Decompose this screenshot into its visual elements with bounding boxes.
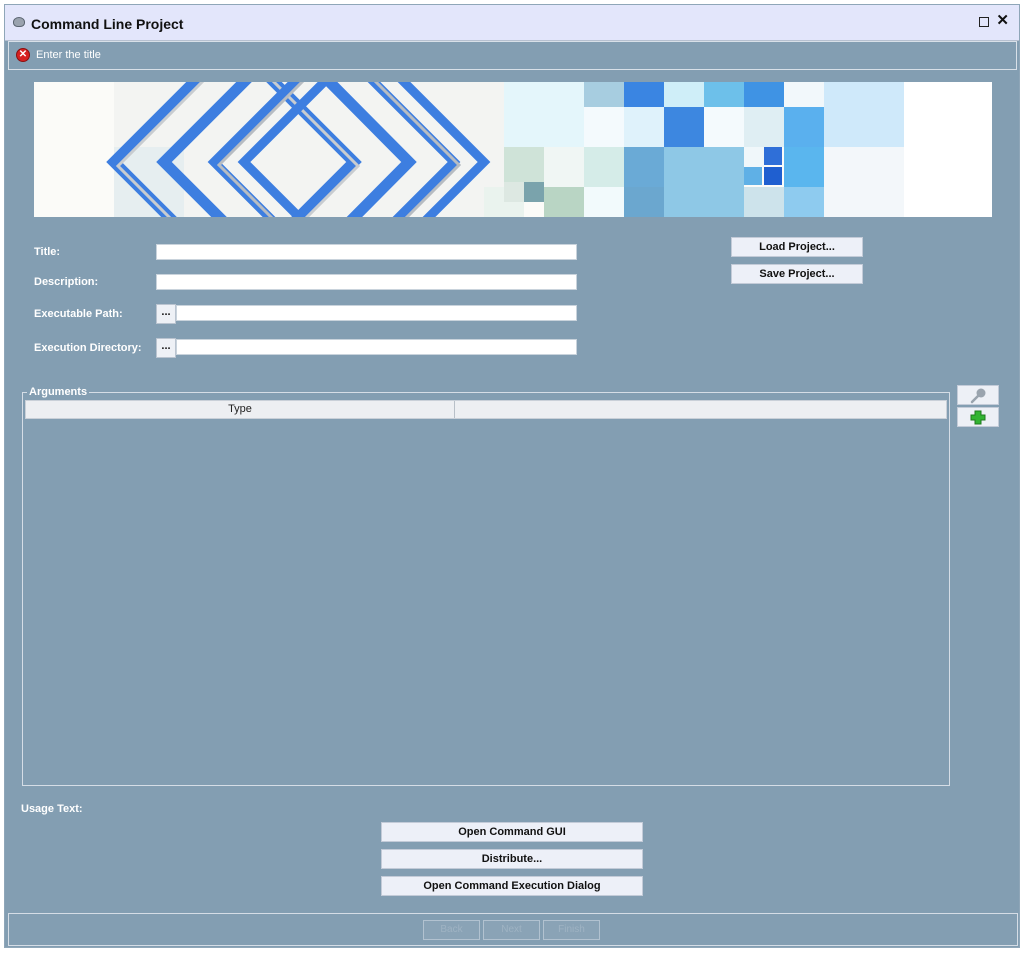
open-command-execution-dialog-button[interactable]: Open Command Execution Dialog [381,876,643,896]
distribute-button[interactable]: Distribute... [381,849,643,869]
next-button[interactable]: Next [483,920,540,940]
title-bar: Command Line Project ✕ [5,5,1019,41]
command-line-project-window: Command Line Project ✕ ✕ Enter the title [4,4,1020,948]
column-header-type[interactable]: Type [26,401,455,418]
add-argument-button[interactable] [957,407,999,427]
error-icon: ✕ [16,48,30,62]
header-banner [34,82,992,217]
execution-directory-label: Execution Directory: [34,342,142,354]
close-icon[interactable]: ✕ [996,13,1009,29]
execution-directory-input[interactable] [176,339,577,355]
validation-message: Enter the title [36,49,101,61]
open-command-gui-button[interactable]: Open Command GUI [381,822,643,842]
finish-button[interactable]: Finish [543,920,600,940]
back-button[interactable]: Back [423,920,480,940]
plus-icon [970,410,986,425]
arguments-legend: Arguments [27,386,90,398]
load-project-button[interactable]: Load Project... [731,237,863,257]
wizard-footer: Back Next Finish [8,913,1018,946]
edit-argument-button[interactable] [957,385,999,405]
executable-browse-button[interactable]: ... [156,304,176,324]
description-label: Description: [34,276,99,288]
save-project-button[interactable]: Save Project... [731,264,863,284]
usage-text-label: Usage Text: [21,803,83,815]
window-title: Command Line Project [31,16,184,32]
app-icon [13,17,25,27]
key-icon [970,388,986,404]
validation-message-bar: ✕ Enter the title [8,41,1017,70]
banner-graphic [106,82,992,217]
directory-browse-button[interactable]: ... [156,338,176,358]
title-label: Title: [34,246,61,258]
executable-path-input[interactable] [176,305,577,321]
column-header-value[interactable] [455,401,945,418]
title-input[interactable] [156,244,577,260]
arguments-table-body[interactable] [25,419,947,783]
arguments-table-header: Type [25,400,947,419]
maximize-icon[interactable] [979,17,989,27]
description-input[interactable] [156,274,577,290]
executable-path-label: Executable Path: [34,308,123,320]
